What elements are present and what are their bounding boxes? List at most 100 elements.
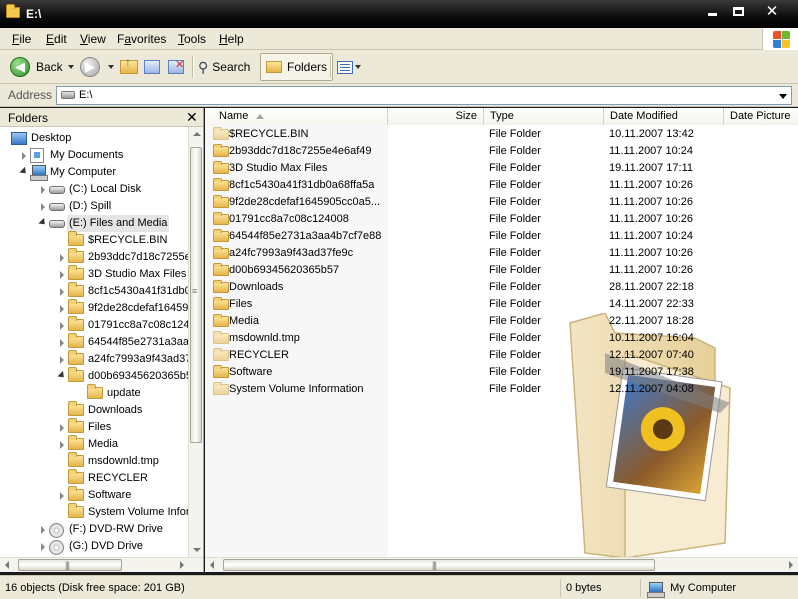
collapse-icon[interactable] <box>57 370 67 381</box>
menu-favorites[interactable]: Favorites <box>117 32 166 46</box>
expand-icon[interactable] <box>60 305 64 313</box>
file-row[interactable]: RECYCLER File Folder 12.11.2007 07:40 <box>205 347 798 364</box>
column-header-date-modified[interactable]: Date Modified <box>604 108 724 125</box>
expand-icon[interactable] <box>41 526 45 534</box>
delete-icon: ✕ <box>168 59 184 74</box>
expand-icon[interactable] <box>60 322 64 330</box>
file-row[interactable]: d00b69345620365b57 File Folder 11.11.2007 … <box>205 262 798 279</box>
tree-item[interactable]: My Computer <box>0 164 188 181</box>
scroll-left-icon[interactable] <box>5 561 9 569</box>
collapse-icon[interactable] <box>19 166 29 177</box>
tree-item[interactable]: System Volume Inform <box>0 503 199 521</box>
scrollbar-thumb[interactable]: ||| <box>18 559 122 571</box>
close-pane-button[interactable]: ✕ <box>186 109 198 126</box>
tree-item[interactable]: d00b69345620365b5 <box>0 367 192 385</box>
collapse-icon[interactable] <box>38 217 48 228</box>
file-row[interactable]: Media File Folder 22.11.2007 18:28 <box>205 313 798 330</box>
tree-item[interactable]: Desktop <box>0 130 188 147</box>
tree-item[interactable]: Files <box>0 418 188 436</box>
tree-item[interactable]: (G:) DVD Drive <box>0 538 188 555</box>
expand-icon[interactable] <box>60 492 64 500</box>
menu-help[interactable]: Help <box>219 32 244 46</box>
tree-item[interactable]: Software <box>0 486 188 504</box>
file-row[interactable]: $RECYCLE.BIN File Folder 10.11.2007 13:42 <box>205 126 798 143</box>
menu-file[interactable]: File <box>12 32 31 46</box>
expand-icon[interactable] <box>60 339 64 347</box>
menu-tools[interactable]: Tools <box>178 32 206 46</box>
title-bar[interactable]: E:\ ✕ <box>0 0 798 28</box>
file-row[interactable]: 01791cc8a7c08c124008 File Folder 11.11.200… <box>205 211 798 228</box>
close-button[interactable]: ✕ <box>760 3 784 21</box>
scrollbar-thumb[interactable]: ||| <box>223 559 655 571</box>
tree-item[interactable]: (D:) Spill <box>0 198 188 215</box>
forward-history-dropdown[interactable] <box>102 53 114 81</box>
tree-item[interactable]: $RECYCLE.BIN <box>0 231 188 249</box>
column-header-date-picture[interactable]: Date Picture <box>724 108 798 125</box>
file-row[interactable]: 64544f85e2731a3aa4b7cf7e88 File Folder 11.… <box>205 228 798 245</box>
column-header-type[interactable]: Type <box>484 108 604 125</box>
scrollbar-thumb[interactable]: ≡ <box>190 147 202 443</box>
file-row[interactable]: 3D Studio Max Files File Folder 19.11.2007… <box>205 160 798 177</box>
tree-item[interactable]: msdownld.tmp <box>0 452 188 470</box>
scroll-right-icon[interactable] <box>789 561 793 569</box>
tree-item[interactable]: (C:) Local Disk <box>0 181 188 198</box>
tree-item[interactable]: Media <box>0 435 188 453</box>
minimize-button[interactable] <box>700 3 724 21</box>
tree-item[interactable]: a24fc7993a9f43ad37 <box>0 350 191 368</box>
column-header-size[interactable]: Size <box>388 108 484 125</box>
scroll-right-icon[interactable] <box>180 561 184 569</box>
scroll-up-icon[interactable] <box>193 132 201 136</box>
scroll-left-icon[interactable] <box>210 561 214 569</box>
tree-item[interactable]: My Documents <box>0 147 188 164</box>
tree-item[interactable]: 8cf1c5430a41f31db0 <box>0 282 191 300</box>
expand-icon[interactable] <box>60 424 64 432</box>
folders-vertical-scrollbar[interactable]: ≡ <box>188 127 203 557</box>
expand-icon[interactable] <box>41 543 45 551</box>
forward-button[interactable]: ▶ <box>80 53 100 81</box>
file-row[interactable]: System Volume Information File Folder 12.1… <box>205 381 798 398</box>
column-header-name[interactable]: Name <box>205 108 388 125</box>
tree-item[interactable]: 9f2de28cdefaf16459 <box>0 299 188 317</box>
expand-icon[interactable] <box>60 441 64 449</box>
tree-item[interactable]: 2b93ddc7d18c7255e4 <box>0 248 197 266</box>
tree-item[interactable]: Downloads <box>0 401 188 419</box>
file-row[interactable]: Downloads File Folder 28.11.2007 22:18 <box>205 279 798 296</box>
expand-icon[interactable] <box>60 254 64 262</box>
expand-icon[interactable] <box>60 288 64 296</box>
file-row[interactable]: msdownld.tmp File Folder 10.11.2007 16:04 <box>205 330 798 347</box>
file-row[interactable]: 9f2de28cdefaf1645905cc0a5... File Folder 1… <box>205 194 798 211</box>
expand-icon[interactable] <box>41 186 45 194</box>
back-button[interactable]: ◀ Back <box>10 53 63 81</box>
views-button[interactable] <box>337 53 361 81</box>
tree-item[interactable]: 64544f85e2731a3aa <box>0 333 189 351</box>
file-row[interactable]: 8cf1c5430a41f31db0a68ffa5a File Folder 11.… <box>205 177 798 194</box>
folders-button[interactable]: Folders <box>260 53 334 81</box>
file-row[interactable]: a24fc7993a9f43ad37fe9c File Folder 11.11.2… <box>205 245 798 262</box>
file-row[interactable]: Files File Folder 14.11.2007 22:33 <box>205 296 798 313</box>
address-input[interactable]: E:\ <box>56 86 792 105</box>
folders-horizontal-scrollbar[interactable]: ||| <box>0 557 203 572</box>
delete-button[interactable]: ✕ <box>168 53 184 81</box>
back-history-dropdown[interactable] <box>62 53 74 81</box>
tree-item[interactable]: (F:) DVD-RW Drive <box>0 521 188 538</box>
menu-edit[interactable]: Edit <box>46 32 67 46</box>
search-button[interactable]: ⚲ Search <box>198 53 250 81</box>
file-row[interactable]: Software File Folder 19.11.2007 17:38 <box>205 364 798 381</box>
address-dropdown-button[interactable] <box>774 87 791 104</box>
expand-icon[interactable] <box>22 152 26 160</box>
scroll-down-icon[interactable] <box>193 548 201 552</box>
move-to-button[interactable] <box>144 53 160 81</box>
tree-item[interactable]: RECYCLER <box>0 469 188 487</box>
expand-icon[interactable] <box>41 203 45 211</box>
tree-item[interactable]: 01791cc8a7c08c124 <box>0 316 190 334</box>
maximize-button[interactable] <box>726 3 750 21</box>
file-row[interactable]: 2b93ddc7d18c7255e4e6af49 File Folder 11.11… <box>205 143 798 160</box>
file-list-horizontal-scrollbar[interactable]: ||| <box>205 557 798 572</box>
tree-item[interactable]: (E:) Files and Media <box>0 215 188 232</box>
tree-item[interactable]: update <box>0 384 188 402</box>
menu-view[interactable]: View <box>80 32 106 46</box>
tree-item[interactable]: 3D Studio Max Files <box>0 265 188 283</box>
expand-icon[interactable] <box>60 356 64 364</box>
expand-icon[interactable] <box>60 271 64 279</box>
up-folder-button[interactable]: ↑ <box>120 53 138 81</box>
